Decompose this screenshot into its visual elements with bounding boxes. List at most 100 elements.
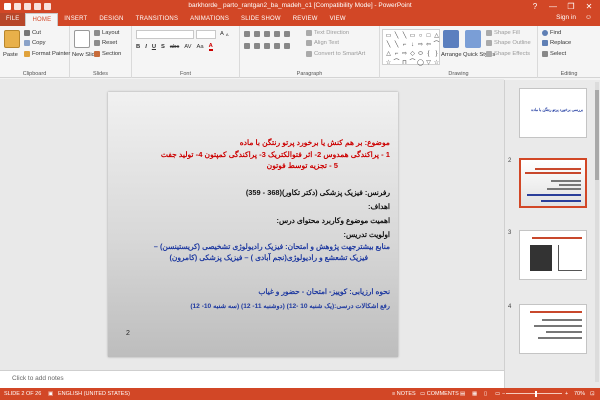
shape-gallery-item[interactable]: ☆	[433, 59, 440, 67]
shape-gallery-item[interactable]: ○	[417, 32, 424, 40]
bold-button[interactable]: B	[136, 44, 140, 50]
slide-thumbnails-pane[interactable]: بررسی برخورد پرتو رنتگن با ماده 2 3 4	[504, 80, 600, 388]
shape-gallery-item[interactable]: ⇨	[401, 50, 408, 58]
sign-in-link[interactable]: Sign in	[556, 14, 576, 21]
bullets-icon[interactable]	[244, 31, 250, 37]
notes-toggle-button[interactable]: ≡ NOTES	[392, 391, 416, 397]
shape-gallery-item[interactable]: ⌒	[409, 59, 416, 67]
slide-topics-line-2[interactable]: 5 - تجزیه توسط فوتون	[267, 161, 338, 170]
current-slide[interactable]: موضوع: بر هم کنش یا برخورد پرتو رنتگن با…	[108, 92, 398, 357]
shape-gallery-item[interactable]: ⌐	[393, 50, 400, 58]
paste-button[interactable]: Paste	[3, 52, 18, 58]
decrease-indent-icon[interactable]	[264, 31, 270, 37]
font-size-box[interactable]	[196, 30, 216, 39]
spacing-button[interactable]: AV	[184, 44, 191, 50]
shape-gallery-item[interactable]: ◇	[409, 50, 416, 58]
shadow-button[interactable]: S	[161, 44, 165, 50]
shape-gallery-item[interactable]: ▽	[425, 59, 432, 67]
notes-pane[interactable]: Click to add notes	[0, 370, 504, 388]
shape-gallery-item[interactable]: △	[433, 32, 440, 40]
columns-icon[interactable]	[284, 43, 290, 49]
shape-gallery-item[interactable]: □	[425, 32, 432, 40]
slide-thumbnail-2[interactable]	[519, 158, 587, 208]
normal-view-icon[interactable]: ▤	[460, 391, 465, 397]
start-slideshow-icon[interactable]	[44, 2, 51, 10]
change-case-button[interactable]: Aa	[197, 44, 204, 50]
slide-thumbnail-3[interactable]	[519, 230, 587, 280]
shape-gallery-item[interactable]: △	[385, 50, 392, 58]
shape-gallery-item[interactable]: ⬭	[417, 50, 424, 58]
slide-sources-line-1[interactable]: منابع بیشترجهت پژوهش و امتحان: فیزیک راد…	[154, 242, 390, 251]
layout-button[interactable]: Layout	[94, 30, 119, 36]
convert-smartart-button[interactable]: Convert to SmartArt	[306, 51, 365, 57]
zoom-slider-knob[interactable]	[535, 391, 537, 397]
section-button[interactable]: Section	[94, 51, 121, 57]
zoom-in-icon[interactable]: +	[565, 391, 568, 397]
shape-gallery-item[interactable]: ⌒	[393, 59, 400, 67]
copy-button[interactable]: Copy	[24, 40, 46, 46]
slide-topic-line[interactable]: موضوع: بر هم کنش یا برخورد پرتو رنتگن با…	[240, 138, 390, 147]
shape-gallery-item[interactable]: ☆	[385, 59, 392, 67]
help-button[interactable]: ?	[526, 0, 544, 12]
undo-icon[interactable]	[24, 2, 31, 10]
shape-outline-button[interactable]: Shape Outline	[486, 40, 531, 46]
slide-objectives-line[interactable]: اهداف:	[368, 202, 390, 211]
slide-importance-line[interactable]: اهمیت موضوع وکاربرد محتوای درس:	[277, 216, 391, 225]
shape-gallery-item[interactable]: ⊓	[401, 59, 408, 67]
language-indicator[interactable]: ENGLISH (UNITED STATES)	[58, 391, 130, 397]
spelling-icon[interactable]: ▣	[48, 391, 53, 397]
slide-sources-line-2[interactable]: فیزیک تشعشع و رادیولوژی(نجم آبادی ) – فی…	[169, 253, 368, 262]
user-icon[interactable]: ☺	[585, 14, 592, 21]
line-spacing-icon[interactable]	[284, 31, 290, 37]
shape-gallery-item[interactable]: ⇨	[417, 41, 424, 49]
numbering-icon[interactable]	[254, 31, 260, 37]
increase-indent-icon[interactable]	[274, 31, 280, 37]
shape-gallery-item[interactable]: ╲	[393, 32, 400, 40]
shape-gallery-item[interactable]: }	[433, 50, 440, 58]
grow-font-icon[interactable]: AA	[220, 31, 229, 37]
zoom-slider[interactable]	[506, 393, 562, 394]
quick-styles-icon[interactable]	[465, 30, 481, 48]
shape-gallery-item[interactable]: ⌒	[433, 41, 440, 49]
close-button[interactable]: ✕	[580, 0, 598, 12]
font-name-box[interactable]	[136, 30, 194, 39]
zoom-out-icon[interactable]: −	[502, 391, 505, 397]
tab-transitions[interactable]: TRANSITIONS	[130, 13, 185, 26]
save-icon[interactable]	[14, 2, 21, 10]
restore-button[interactable]: ❐	[562, 0, 580, 12]
redo-icon[interactable]	[34, 2, 41, 10]
select-button[interactable]: Select	[542, 51, 566, 57]
align-left-icon[interactable]	[244, 43, 250, 49]
align-right-icon[interactable]	[264, 43, 270, 49]
shape-gallery-item[interactable]: ╲	[393, 41, 400, 49]
shape-gallery-item[interactable]: ⌐	[401, 41, 408, 49]
reset-button[interactable]: Reset	[94, 40, 117, 46]
find-button[interactable]: Find	[542, 30, 561, 36]
slide-priority-line[interactable]: اولویت تدریس:	[343, 230, 390, 239]
shape-effects-button[interactable]: Shape Effects	[486, 51, 530, 57]
text-direction-button[interactable]: Text Direction	[306, 30, 349, 36]
tab-slide-show[interactable]: SLIDE SHOW	[235, 13, 287, 26]
shape-gallery-item[interactable]: ╲	[385, 41, 392, 49]
arrange-icon[interactable]	[443, 30, 459, 48]
zoom-level[interactable]: 70%	[574, 391, 585, 397]
reading-view-icon[interactable]: ▯	[484, 391, 487, 397]
align-text-button[interactable]: Align Text	[306, 40, 339, 46]
format-painter-button[interactable]: Format Painter	[24, 51, 70, 57]
shape-gallery-item[interactable]: ╲	[401, 32, 408, 40]
slide-thumbnail-4[interactable]	[519, 304, 587, 354]
minimize-button[interactable]: —	[544, 0, 562, 12]
slide-editor[interactable]: موضوع: بر هم کنش یا برخورد پرتو رنتگن با…	[0, 79, 504, 370]
thumbnails-scrollbar-thumb[interactable]	[595, 90, 599, 180]
shapes-gallery[interactable]: ▭ ╲ ╲ ▭ ○ □ △ ╲ ╲ ⌐ ↓ ⇨ ⇦ ⌒ △ ⌐ ⇨ ◇ ⬭{} ☆ ⌒ ⊓ ⌒ ◯ ▽ ☆	[382, 29, 440, 67]
tab-design[interactable]: DESIGN	[93, 13, 129, 26]
slide-office-hours-line[interactable]: رفع اشکالات درسی:(یک شنبه 10 -12) (دوشنب…	[190, 302, 390, 310]
paste-icon[interactable]	[4, 30, 20, 48]
shape-gallery-item[interactable]: ⇦	[425, 41, 432, 49]
cut-button[interactable]: Cut	[24, 30, 41, 36]
italic-button[interactable]: I	[145, 44, 147, 50]
shape-gallery-item[interactable]: ▭	[385, 32, 392, 40]
tab-view[interactable]: VIEW	[324, 13, 352, 26]
slide-thumbnail-1[interactable]: بررسی برخورد پرتو رنتگن با ماده	[519, 88, 587, 138]
arrange-button[interactable]: Arrange	[441, 52, 462, 58]
